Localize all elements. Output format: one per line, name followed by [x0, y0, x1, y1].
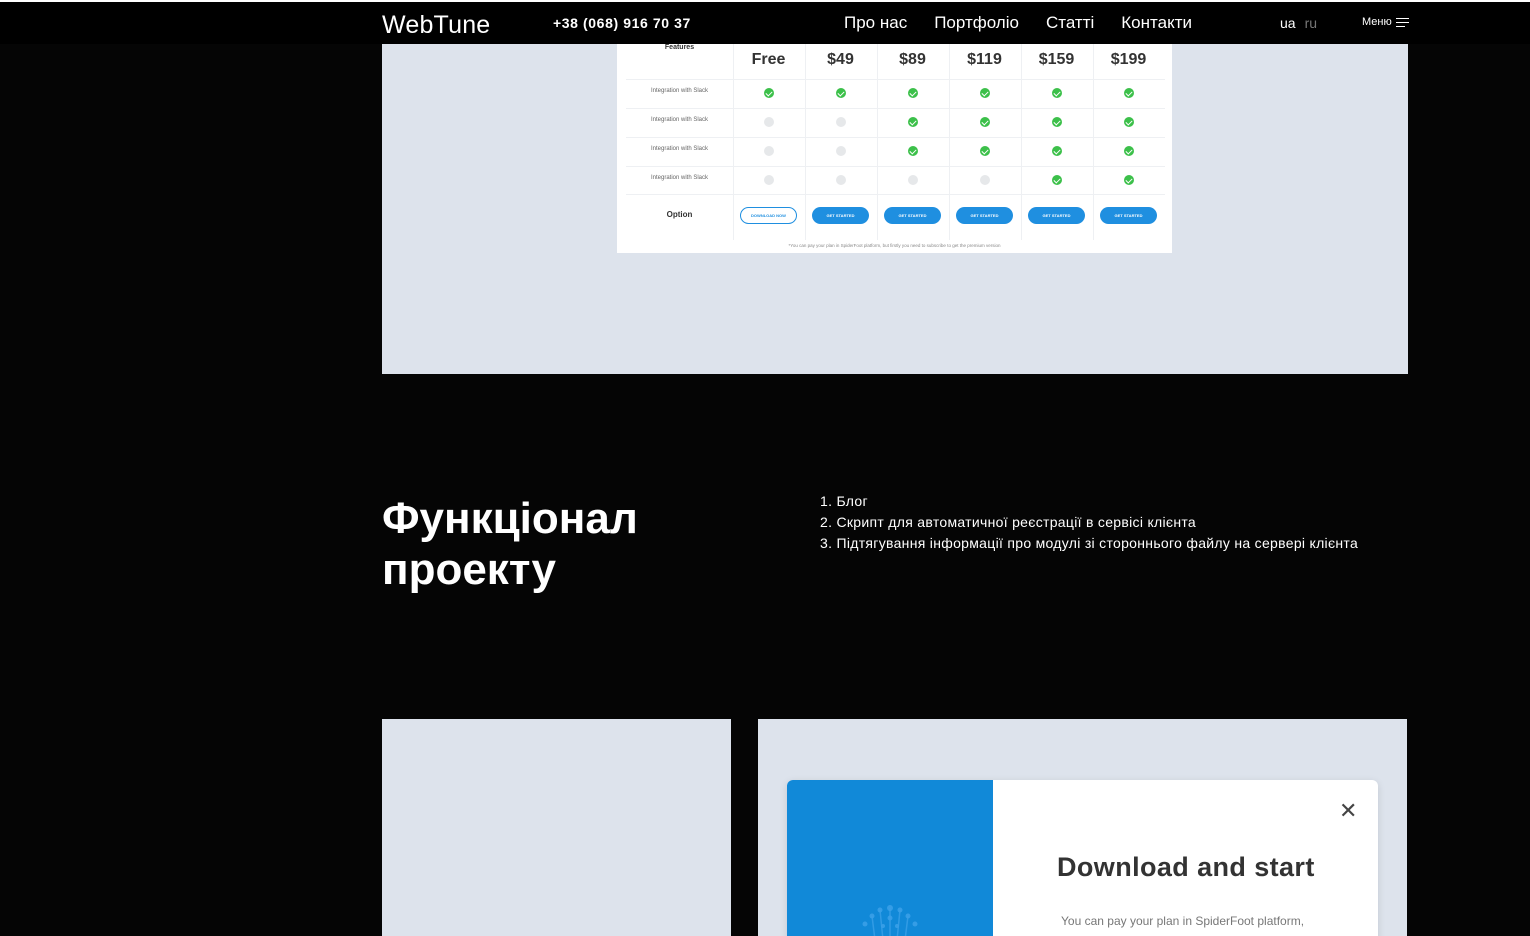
- site-header: WebTune +38 (068) 916 70 37 Про нас Порт…: [0, 2, 1530, 44]
- hamburger-icon: [1395, 17, 1409, 27]
- cross-icon: [836, 146, 846, 156]
- features-list-item: 1. Блог: [820, 493, 868, 509]
- cross-icon: [980, 175, 990, 185]
- feature-row-label: Integration with Slack: [650, 117, 709, 123]
- lang-ua[interactable]: ua: [1280, 15, 1296, 31]
- check-icon: [980, 88, 990, 98]
- pricing-table-image: Features Option Integration with Slack In…: [617, 44, 1172, 253]
- phone-link[interactable]: +38 (068) 916 70 37: [553, 15, 691, 31]
- pricing-note: *You can pay your plan in SpiderFoot pla…: [788, 243, 1001, 248]
- features-list: 1. Блог 2. Скрипт для автоматичної реєст…: [820, 491, 1380, 554]
- plan-price: $89: [899, 51, 926, 68]
- nav-item-about[interactable]: Про нас: [844, 13, 907, 33]
- check-icon: [1052, 117, 1062, 127]
- get-started-button[interactable]: GET STARTED: [1028, 207, 1085, 224]
- get-started-button[interactable]: GET STARTED: [884, 207, 941, 224]
- plan-price: Free: [751, 51, 786, 68]
- features-title-line2: проекту: [382, 545, 556, 594]
- modal-subtitle: You can pay your plan in SpiderFoot plat…: [1061, 914, 1305, 928]
- cross-icon: [908, 175, 918, 185]
- gallery-panel-right: ✕ Download and start You can pay your pl…: [758, 719, 1407, 936]
- check-icon: [908, 117, 918, 127]
- gallery-panel-left: [382, 719, 731, 936]
- check-icon: [908, 88, 918, 98]
- plan-price: $119: [967, 51, 1002, 68]
- check-icon: [764, 88, 774, 98]
- language-switcher: ua ru: [1280, 15, 1317, 31]
- check-icon: [1124, 88, 1134, 98]
- lang-ru[interactable]: ru: [1305, 15, 1317, 31]
- feature-row-label: Integration with Slack: [650, 88, 709, 94]
- option-label: Option: [666, 210, 693, 219]
- close-icon[interactable]: ✕: [1339, 800, 1357, 822]
- check-icon: [1124, 175, 1134, 185]
- features-header: Features: [664, 44, 695, 51]
- nav-item-articles[interactable]: Статті: [1046, 13, 1094, 33]
- features-title: Функціонал проекту: [382, 493, 638, 595]
- feature-row-label: Integration with Slack: [650, 146, 709, 152]
- plan-price: $49: [827, 51, 854, 68]
- download-modal-image: ✕ Download and start You can pay your pl…: [787, 780, 1378, 936]
- features-list-item: 2. Скрипт для автоматичної реєстрації в …: [820, 514, 1197, 530]
- plan-price: $159: [1038, 51, 1075, 68]
- features-title-line1: Функціонал: [382, 494, 638, 543]
- nav-item-contacts[interactable]: Контакти: [1121, 13, 1192, 33]
- modal-brand-side: [787, 780, 993, 936]
- modal-title: Download and start: [1057, 852, 1315, 882]
- feature-row-label: Integration with Slack: [650, 175, 709, 181]
- check-icon: [1052, 146, 1062, 156]
- pricing-table: Features Option Integration with Slack In…: [626, 44, 1165, 240]
- cross-icon: [764, 146, 774, 156]
- menu-label: Меню: [1362, 16, 1392, 28]
- nav-item-portfolio[interactable]: Портфоліо: [934, 13, 1019, 33]
- check-icon: [1052, 88, 1062, 98]
- cross-icon: [764, 175, 774, 185]
- check-icon: [1124, 146, 1134, 156]
- check-icon: [980, 146, 990, 156]
- menu-button[interactable]: Меню: [1362, 16, 1409, 28]
- logo[interactable]: WebTune: [382, 11, 490, 40]
- main-nav: Про нас Портфоліо Статті Контакти: [844, 13, 1192, 33]
- check-icon: [980, 117, 990, 127]
- cross-icon: [836, 117, 846, 127]
- get-started-button[interactable]: GET STARTED: [956, 207, 1013, 224]
- check-icon: [1052, 175, 1062, 185]
- cross-icon: [764, 117, 774, 127]
- plan-price: $199: [1110, 51, 1147, 68]
- get-started-button[interactable]: GET STARTED: [812, 207, 869, 224]
- cross-icon: [836, 175, 846, 185]
- spiderfoot-logo-icon: [862, 905, 918, 936]
- check-icon: [1124, 117, 1134, 127]
- features-list-item: 3. Підтягування інформації про модулі зі…: [820, 535, 1359, 551]
- check-icon: [836, 88, 846, 98]
- check-icon: [908, 146, 918, 156]
- get-started-button[interactable]: GET STARTED: [1100, 207, 1157, 224]
- download-now-button[interactable]: DOWNLOAD NOW: [740, 207, 797, 224]
